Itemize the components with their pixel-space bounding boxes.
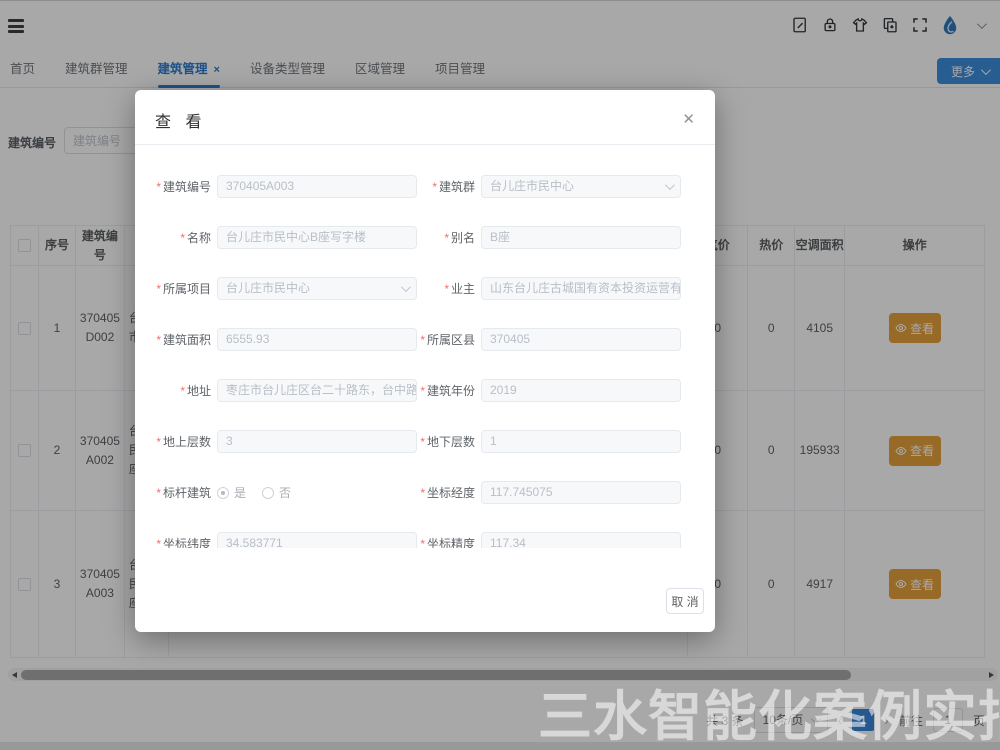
field-label: 地下层数 xyxy=(427,435,475,449)
field-label: 地上层数 xyxy=(163,435,211,449)
building-group-select[interactable]: 台儿庄市民中心 xyxy=(481,175,681,198)
floors-above-field[interactable]: 3 xyxy=(217,430,417,453)
floors-below-field[interactable]: 1 xyxy=(481,430,681,453)
field-label: 地址 xyxy=(187,384,211,398)
field-label: 业主 xyxy=(451,282,475,296)
app-window: 首页 建筑群管理 建筑管理× 设备类型管理 区域管理 项目管理 更多 建筑编号 … xyxy=(0,0,1000,750)
field-label: 所属区县 xyxy=(427,333,475,347)
dialog-title: 查 看 xyxy=(155,108,206,132)
cancel-button[interactable]: 取 消 xyxy=(666,588,704,614)
field-label: 标杆建筑 xyxy=(163,486,211,500)
district-field[interactable]: 370405 xyxy=(481,328,681,351)
close-icon[interactable]: ✕ xyxy=(678,106,699,132)
field-label: 建筑面积 xyxy=(163,333,211,347)
view-dialog: 查 看 ✕ *建筑编号370405A003 *建筑群台儿庄市民中心 *名称台儿庄… xyxy=(135,90,715,632)
benchmark-radio-group: 是 否 xyxy=(217,484,291,501)
field-label: 别名 xyxy=(451,231,475,245)
longitude-field[interactable]: 117.745075 xyxy=(481,481,681,504)
field-label: 建筑编号 xyxy=(163,180,211,194)
field-label: 建筑群 xyxy=(439,180,475,194)
name-field[interactable]: 台儿庄市民中心B座写字楼 xyxy=(217,226,417,249)
radio-yes[interactable]: 是 xyxy=(217,484,246,501)
owner-field[interactable]: 山东台儿庄古城国有资本投资运营有限公司 xyxy=(481,277,681,300)
chevron-down-icon xyxy=(665,180,675,190)
latitude-field[interactable]: 34.583771 xyxy=(217,532,417,548)
chevron-down-icon xyxy=(401,282,411,292)
radio-no[interactable]: 否 xyxy=(262,484,291,501)
field-label: 建筑年份 xyxy=(427,384,475,398)
field-label: 坐标经度 xyxy=(427,486,475,500)
building-area-field[interactable]: 6555.93 xyxy=(217,328,417,351)
alias-field[interactable]: B座 xyxy=(481,226,681,249)
field-label: 坐标精度 xyxy=(427,537,475,548)
project-select[interactable]: 台儿庄市民中心 xyxy=(217,277,417,300)
precision-field[interactable]: 117.34 xyxy=(481,532,681,548)
building-no-field[interactable]: 370405A003 xyxy=(217,175,417,198)
field-label: 名称 xyxy=(187,231,211,245)
field-label: 所属项目 xyxy=(163,282,211,296)
address-field[interactable]: 枣庄市台儿庄区台二十路东，台中路南 xyxy=(217,379,417,402)
build-year-field[interactable]: 2019 xyxy=(481,379,681,402)
field-label: 坐标纬度 xyxy=(163,537,211,548)
